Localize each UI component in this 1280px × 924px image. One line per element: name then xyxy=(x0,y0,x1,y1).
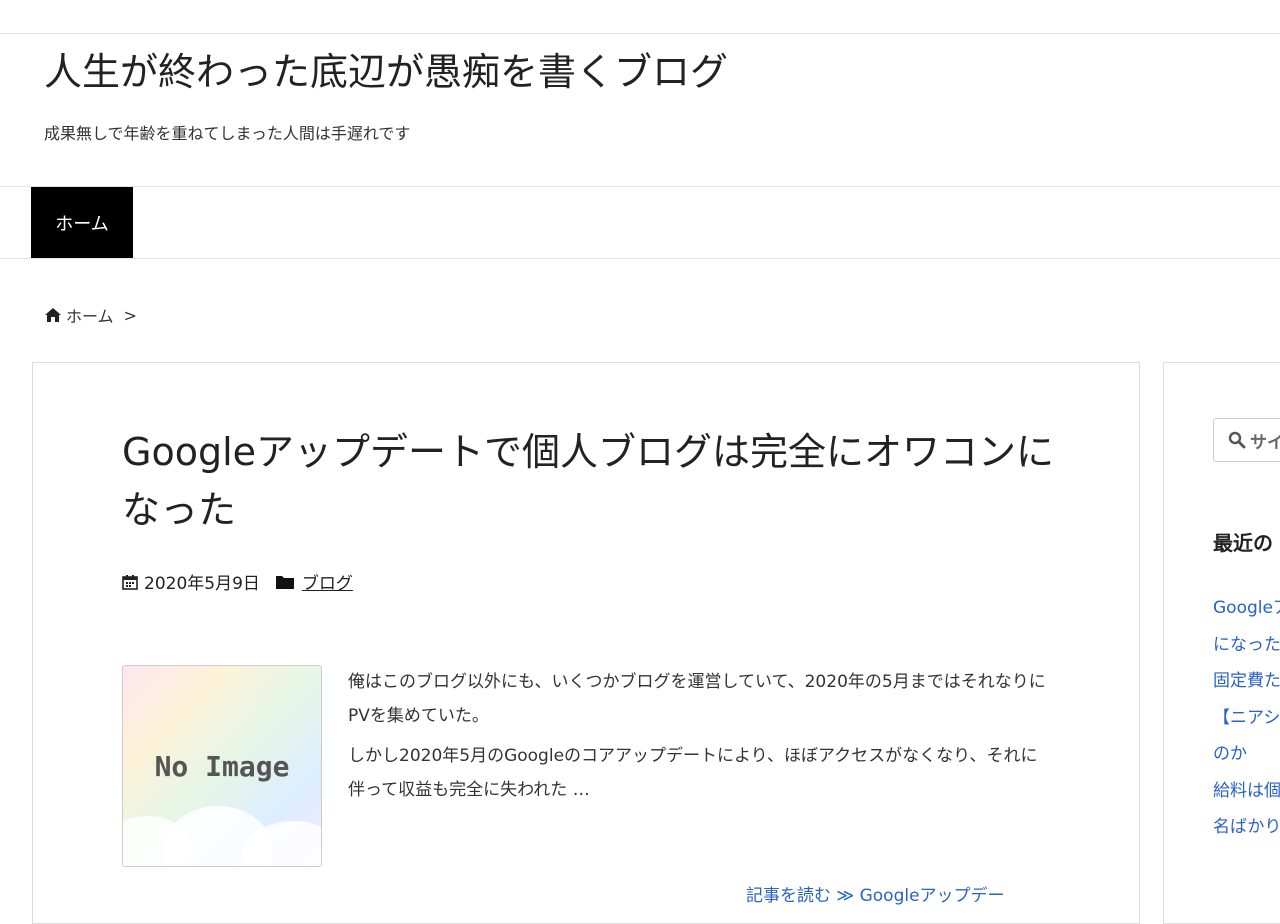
recent-post-link[interactable]: 給料は個 xyxy=(1213,773,1280,810)
site-search-input[interactable]: サイ xyxy=(1213,418,1280,462)
top-bar xyxy=(0,0,1280,34)
no-image-text: No Image xyxy=(154,750,290,783)
recent-post-link[interactable]: のか xyxy=(1213,736,1280,773)
breadcrumb: ホーム > xyxy=(44,303,137,327)
post-date: 2020年5月9日 xyxy=(144,574,260,594)
excerpt-paragraph-2: しかし2020年5月のGoogleのコアアップデートにより、ほぼアクセスがなくな… xyxy=(348,746,1038,800)
search-icon xyxy=(1228,431,1246,449)
post-title[interactable]: Googleアップデートで個人ブログは完全にオワコンになった xyxy=(122,423,1072,539)
post-thumbnail[interactable]: No Image xyxy=(122,665,322,867)
recent-post-link[interactable]: になった xyxy=(1213,627,1280,664)
post-meta: 2020年5月9日 ブログ xyxy=(122,569,353,594)
recent-post-link[interactable]: 名ばかり xyxy=(1213,809,1280,846)
folder-icon xyxy=(275,575,294,589)
site-description: 成果無しで年齢を重ねてしまった人間は手遅れです xyxy=(44,124,411,143)
excerpt-paragraph-1: 俺はこのブログ以外にも、いくつかブログを運営していて、2020年の5月まではそれ… xyxy=(348,672,1046,726)
post-category-link[interactable]: ブログ xyxy=(302,569,353,594)
calendar-icon xyxy=(122,574,138,590)
read-more-link[interactable]: 記事を読む ≫ Googleアップデー xyxy=(746,881,1005,906)
sidebar: サイ 最近の Googleア になった 固定費た 【ニアシ のか 給料は個 名ば… xyxy=(1163,362,1280,924)
home-icon xyxy=(45,308,61,322)
recent-post-link[interactable]: 固定費た xyxy=(1213,663,1280,700)
recent-post-link[interactable]: 【ニアシ xyxy=(1213,700,1280,737)
post-card: Googleアップデートで個人ブログは完全にオワコンになった 2020年5月9日… xyxy=(32,362,1140,924)
recent-posts-list: Googleア になった 固定費た 【ニアシ のか 給料は個 名ばかり xyxy=(1213,590,1280,846)
recent-posts-heading: 最近の xyxy=(1213,531,1273,555)
main-nav: ホーム xyxy=(0,186,1280,259)
search-placeholder: サイ xyxy=(1250,432,1280,453)
recent-post-link[interactable]: Googleア xyxy=(1213,590,1280,627)
breadcrumb-separator: > xyxy=(123,305,137,325)
nav-item-home[interactable]: ホーム xyxy=(31,187,133,258)
post-excerpt: 俺はこのブログ以外にも、いくつかブログを運営していて、2020年の5月まではそれ… xyxy=(348,665,1048,813)
site-title[interactable]: 人生が終わった底辺が愚痴を書くブログ xyxy=(44,50,728,96)
breadcrumb-home-link[interactable]: ホーム xyxy=(66,303,114,327)
